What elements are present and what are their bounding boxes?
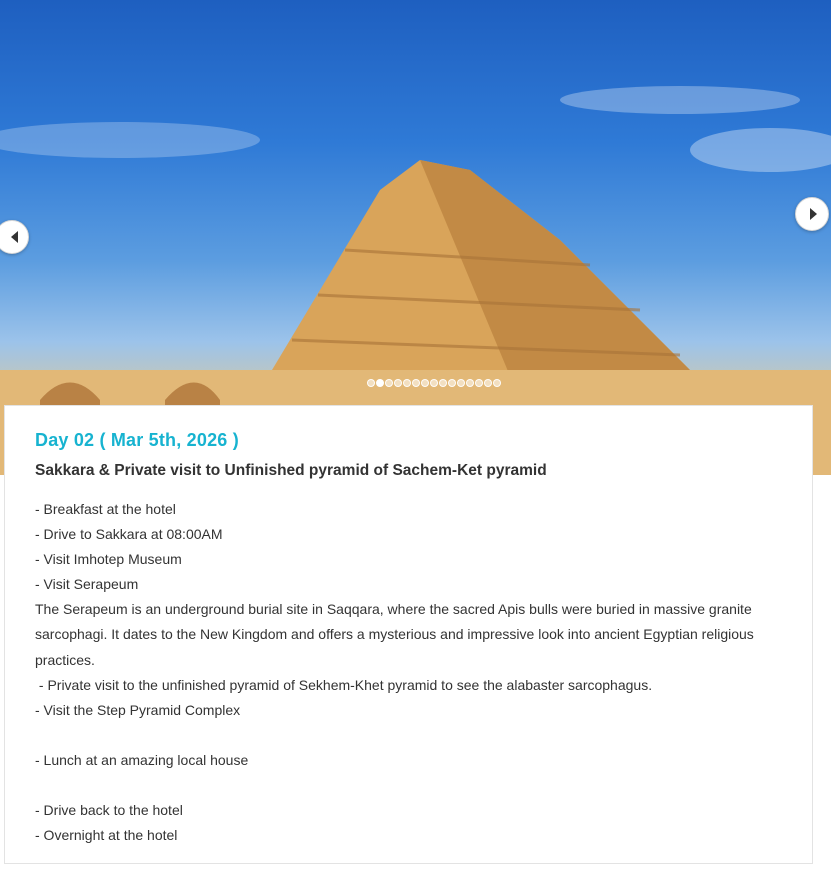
slide-indicators [367,379,502,387]
slide-dot[interactable] [394,379,402,387]
day-subtitle: Sakkara & Private visit to Unfinished py… [35,462,547,479]
itinerary-line: - Visit Serapeum [35,576,139,593]
hero-image-slider [0,0,831,475]
itinerary-line [35,723,785,748]
slide-dot[interactable] [430,379,438,387]
slide-dot[interactable] [466,379,474,387]
itinerary-line: - Drive back to the hotel [35,801,183,818]
slide-dot[interactable] [376,379,384,387]
step-pyramid-photo [0,86,831,475]
itinerary-line: - Visit Imhotep Museum [35,551,182,568]
slide-dot[interactable] [385,379,393,387]
itinerary-line: - Drive to Sakkara at 08:00AM [35,526,223,543]
day-title: Day 02 ( Mar 5th, 2026 ) [35,430,239,450]
slide-dot[interactable] [367,379,375,387]
next-slide-button[interactable] [795,197,829,231]
slide-dot[interactable] [439,379,447,387]
slide-dot[interactable] [448,379,456,387]
itinerary-line: - Lunch at an amazing local house [35,751,249,768]
chevron-right-icon [809,208,817,220]
slide-dot[interactable] [493,379,501,387]
itinerary-line [35,773,785,798]
itinerary-line: - Breakfast at the hotel [35,501,176,517]
slide-dot[interactable] [484,379,492,387]
slide-dot[interactable] [412,379,420,387]
chevron-left-icon [10,231,18,243]
serapeum-description: The Serapeum is an underground burial si… [35,601,754,668]
itinerary-line: - Private visit to the unfinished pyrami… [35,676,653,693]
slide-dot[interactable] [475,379,483,387]
day-description: - Breakfast at the hotel - Drive to Sakk… [35,497,785,848]
itinerary-line: - Overnight at the hotel [35,827,178,844]
itinerary-line: - Visit the Step Pyramid Complex [35,701,241,718]
slide-dot[interactable] [421,379,429,387]
slide-dot[interactable] [403,379,411,387]
slide-dot[interactable] [457,379,465,387]
itinerary-day-card: Day 02 ( Mar 5th, 2026 ) Sakkara & Priva… [4,405,813,864]
